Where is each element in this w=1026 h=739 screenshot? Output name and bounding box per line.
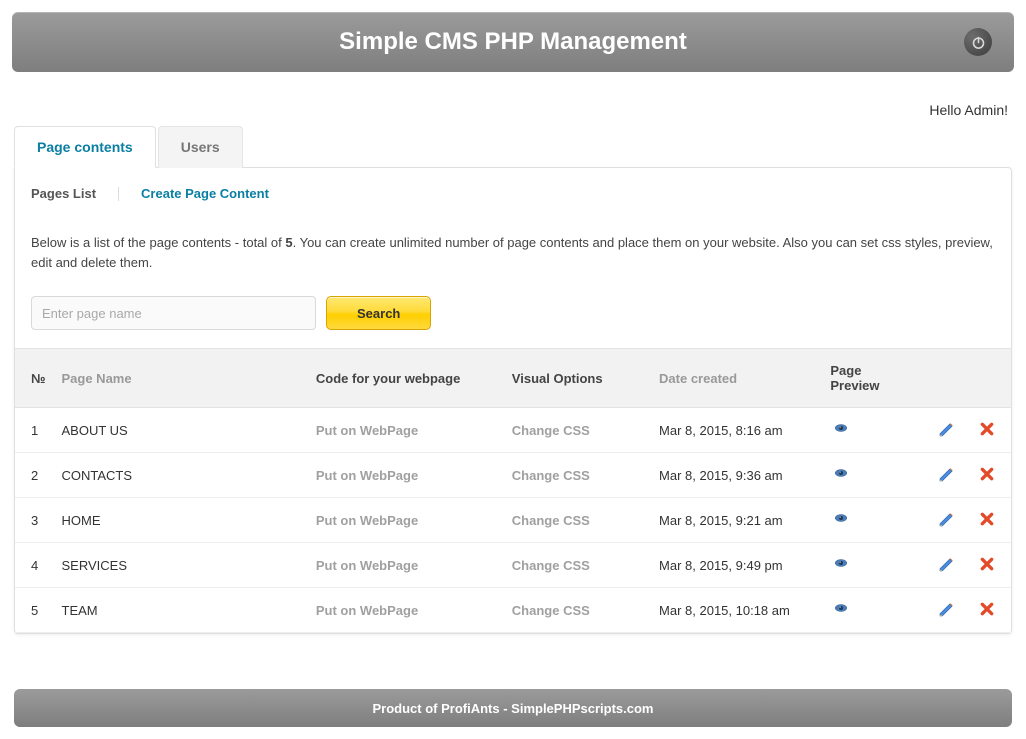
pencil-icon[interactable] xyxy=(937,511,955,529)
th-num: № xyxy=(15,349,54,408)
th-code: Code for your webpage xyxy=(308,349,504,408)
cross-icon[interactable] xyxy=(977,421,995,439)
th-actions xyxy=(921,349,1011,408)
table-row: 2CONTACTSPut on WebPageChange CSSMar 8, … xyxy=(15,453,1011,498)
tab-page-contents[interactable]: Page contents xyxy=(14,126,156,168)
subnav-pages-list[interactable]: Pages List xyxy=(31,186,96,201)
tab-users[interactable]: Users xyxy=(158,126,243,168)
cell-num: 5 xyxy=(15,588,54,633)
pages-table: № Page Name Code for your webpage Visual… xyxy=(15,348,1011,633)
footer-text: Product of ProfiAnts - SimplePHPscripts.… xyxy=(373,701,654,716)
eye-icon[interactable] xyxy=(830,466,848,484)
eye-icon[interactable] xyxy=(830,421,848,439)
cell-page-name: TEAM xyxy=(54,588,308,633)
pencil-icon[interactable] xyxy=(937,556,955,574)
cross-icon[interactable] xyxy=(977,511,995,529)
cell-preview xyxy=(822,498,921,543)
intro-text: Below is a list of the page contents - t… xyxy=(27,213,999,296)
eye-icon[interactable] xyxy=(830,601,848,619)
put-on-webpage-link[interactable]: Put on WebPage xyxy=(308,498,504,543)
cell-preview xyxy=(822,453,921,498)
greeting-text: Hello Admin! xyxy=(14,102,1012,118)
put-on-webpage-link[interactable]: Put on WebPage xyxy=(308,588,504,633)
cell-num: 4 xyxy=(15,543,54,588)
change-css-link[interactable]: Change CSS xyxy=(504,408,651,453)
cell-preview xyxy=(822,543,921,588)
cell-date: Mar 8, 2015, 10:18 am xyxy=(651,588,822,633)
table-row: 3HOMEPut on WebPageChange CSSMar 8, 2015… xyxy=(15,498,1011,543)
content-panel: Pages List Create Page Content Below is … xyxy=(14,167,1012,634)
change-css-link[interactable]: Change CSS xyxy=(504,453,651,498)
cell-date: Mar 8, 2015, 9:49 pm xyxy=(651,543,822,588)
subnav-create-page[interactable]: Create Page Content xyxy=(141,186,269,201)
put-on-webpage-link[interactable]: Put on WebPage xyxy=(308,453,504,498)
th-visual: Visual Options xyxy=(504,349,651,408)
cell-date: Mar 8, 2015, 9:36 am xyxy=(651,453,822,498)
table-row: 5TEAMPut on WebPageChange CSSMar 8, 2015… xyxy=(15,588,1011,633)
search-button[interactable]: Search xyxy=(326,296,431,330)
put-on-webpage-link[interactable]: Put on WebPage xyxy=(308,543,504,588)
cell-preview xyxy=(822,408,921,453)
eye-icon[interactable] xyxy=(830,556,848,574)
table-row: 1ABOUT USPut on WebPageChange CSSMar 8, … xyxy=(15,408,1011,453)
app-header: Simple CMS PHP Management xyxy=(12,12,1014,72)
cell-num: 3 xyxy=(15,498,54,543)
table-row: 4SERVICESPut on WebPageChange CSSMar 8, … xyxy=(15,543,1011,588)
search-input[interactable] xyxy=(31,296,316,330)
eye-icon[interactable] xyxy=(830,511,848,529)
pencil-icon[interactable] xyxy=(937,601,955,619)
main-tabs: Page contents Users xyxy=(14,126,1012,168)
cross-icon[interactable] xyxy=(977,556,995,574)
th-page-name[interactable]: Page Name xyxy=(54,349,308,408)
cell-page-name: ABOUT US xyxy=(54,408,308,453)
footer-bar: Product of ProfiAnts - SimplePHPscripts.… xyxy=(14,689,1012,727)
cross-icon[interactable] xyxy=(977,601,995,619)
subnav: Pages List Create Page Content xyxy=(27,184,999,213)
th-date[interactable]: Date created xyxy=(651,349,822,408)
app-title: Simple CMS PHP Management xyxy=(339,28,687,56)
cell-page-name: HOME xyxy=(54,498,308,543)
put-on-webpage-link[interactable]: Put on WebPage xyxy=(308,408,504,453)
power-icon[interactable] xyxy=(964,28,992,56)
change-css-link[interactable]: Change CSS xyxy=(504,588,651,633)
search-row: Search xyxy=(27,296,999,348)
pencil-icon[interactable] xyxy=(937,466,955,484)
cell-preview xyxy=(822,588,921,633)
cell-num: 1 xyxy=(15,408,54,453)
th-preview: Page Preview xyxy=(822,349,921,408)
cell-num: 2 xyxy=(15,453,54,498)
cell-page-name: CONTACTS xyxy=(54,453,308,498)
cell-date: Mar 8, 2015, 9:21 am xyxy=(651,498,822,543)
change-css-link[interactable]: Change CSS xyxy=(504,498,651,543)
cross-icon[interactable] xyxy=(977,466,995,484)
cell-date: Mar 8, 2015, 8:16 am xyxy=(651,408,822,453)
cell-page-name: SERVICES xyxy=(54,543,308,588)
pencil-icon[interactable] xyxy=(937,421,955,439)
change-css-link[interactable]: Change CSS xyxy=(504,543,651,588)
